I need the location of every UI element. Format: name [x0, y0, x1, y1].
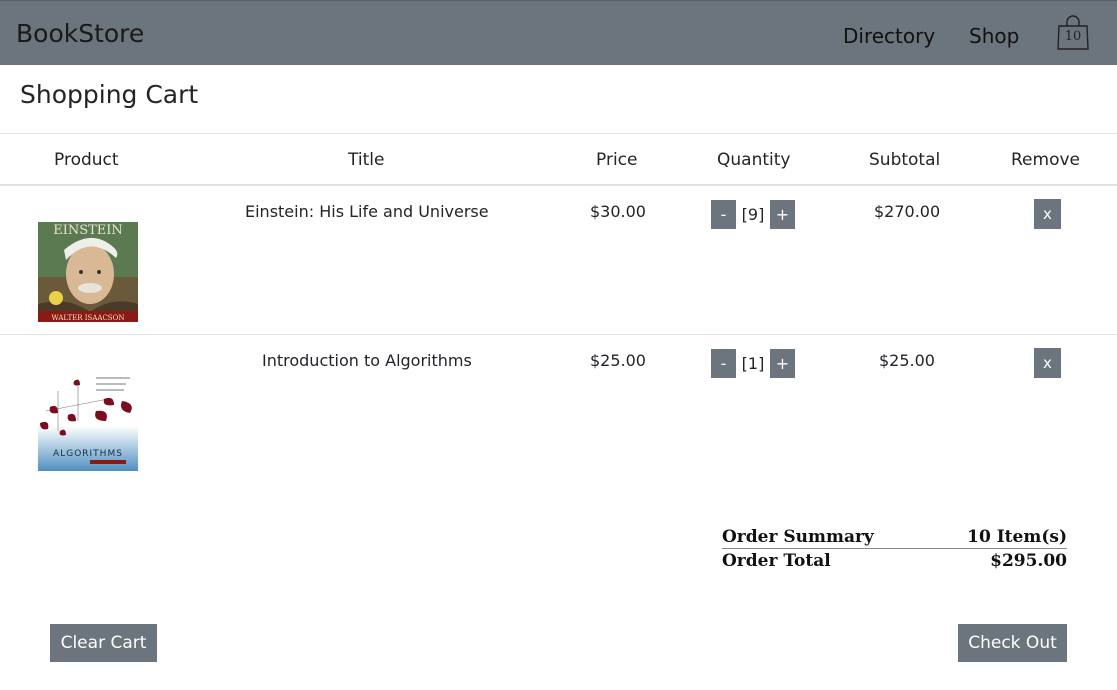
order-total-label: Order Total [722, 551, 831, 571]
quantity-value: [1] [741, 353, 765, 373]
increment-button[interactable]: + [770, 348, 795, 378]
remove-button[interactable]: x [1034, 348, 1061, 378]
book-price: $30.00 [590, 202, 646, 221]
header-product: Product [54, 150, 119, 170]
quantity-value: [9] [741, 204, 765, 224]
row-subtotal: $270.00 [874, 202, 941, 221]
decrement-button[interactable]: - [711, 348, 736, 378]
table-row: ALGORITHMS Introduction to Algorithms $2… [0, 335, 1117, 484]
nav-directory-link[interactable]: Directory [843, 24, 935, 48]
book-cover-algorithms[interactable]: ALGORITHMS [38, 371, 138, 471]
summary-label: Order Summary [722, 526, 874, 547]
remove-button[interactable]: x [1034, 199, 1061, 229]
brand-link[interactable]: BookStore [16, 19, 144, 48]
book-title: Introduction to Algorithms [262, 351, 472, 370]
header-quantity: Quantity [717, 150, 791, 170]
cover-title-text: EINSTEIN [53, 223, 123, 238]
cover-title-text: ALGORITHMS [53, 449, 123, 459]
header-price: Price [596, 150, 638, 170]
cover-author-text: WALTER ISAACSON [52, 314, 125, 322]
quantity-stepper: - [1] + [711, 348, 795, 378]
decrement-button[interactable]: - [711, 199, 736, 229]
book-price: $25.00 [590, 351, 646, 370]
nav-shop-link[interactable]: Shop [969, 24, 1019, 48]
header-remove: Remove [1011, 150, 1080, 170]
increment-button[interactable]: + [770, 199, 795, 229]
table-header: Product Title Price Quantity Subtotal Re… [0, 133, 1117, 186]
cart-count-badge: 10 [1064, 29, 1082, 44]
navbar: BookStore Directory Shop 10 [0, 0, 1117, 65]
book-cover-einstein[interactable]: WALTER ISAACSON EINSTEIN [38, 222, 138, 322]
row-subtotal: $25.00 [879, 351, 935, 370]
header-title: Title [348, 150, 385, 170]
cart-table: Product Title Price Quantity Subtotal Re… [0, 133, 1117, 484]
quantity-stepper: - [9] + [711, 199, 795, 229]
table-row: WALTER ISAACSON EINSTEIN Einstein: His L… [0, 186, 1117, 335]
shopping-bag-icon[interactable]: 10 [1055, 15, 1091, 51]
order-total-value: $295.00 [990, 551, 1067, 571]
clear-cart-button[interactable]: Clear Cart [50, 624, 157, 662]
book-title: Einstein: His Life and Universe [245, 202, 489, 221]
check-out-button[interactable]: Check Out [958, 624, 1067, 662]
summary-item-count: 10 Item(s) [967, 526, 1067, 547]
page-title: Shopping Cart [20, 80, 199, 109]
header-subtotal: Subtotal [869, 150, 941, 170]
order-summary: Order Summary 10 Item(s) Order Total $29… [722, 525, 1067, 573]
summary-total-row: Order Total $295.00 [722, 549, 1067, 573]
summary-items-row: Order Summary 10 Item(s) [722, 525, 1067, 549]
